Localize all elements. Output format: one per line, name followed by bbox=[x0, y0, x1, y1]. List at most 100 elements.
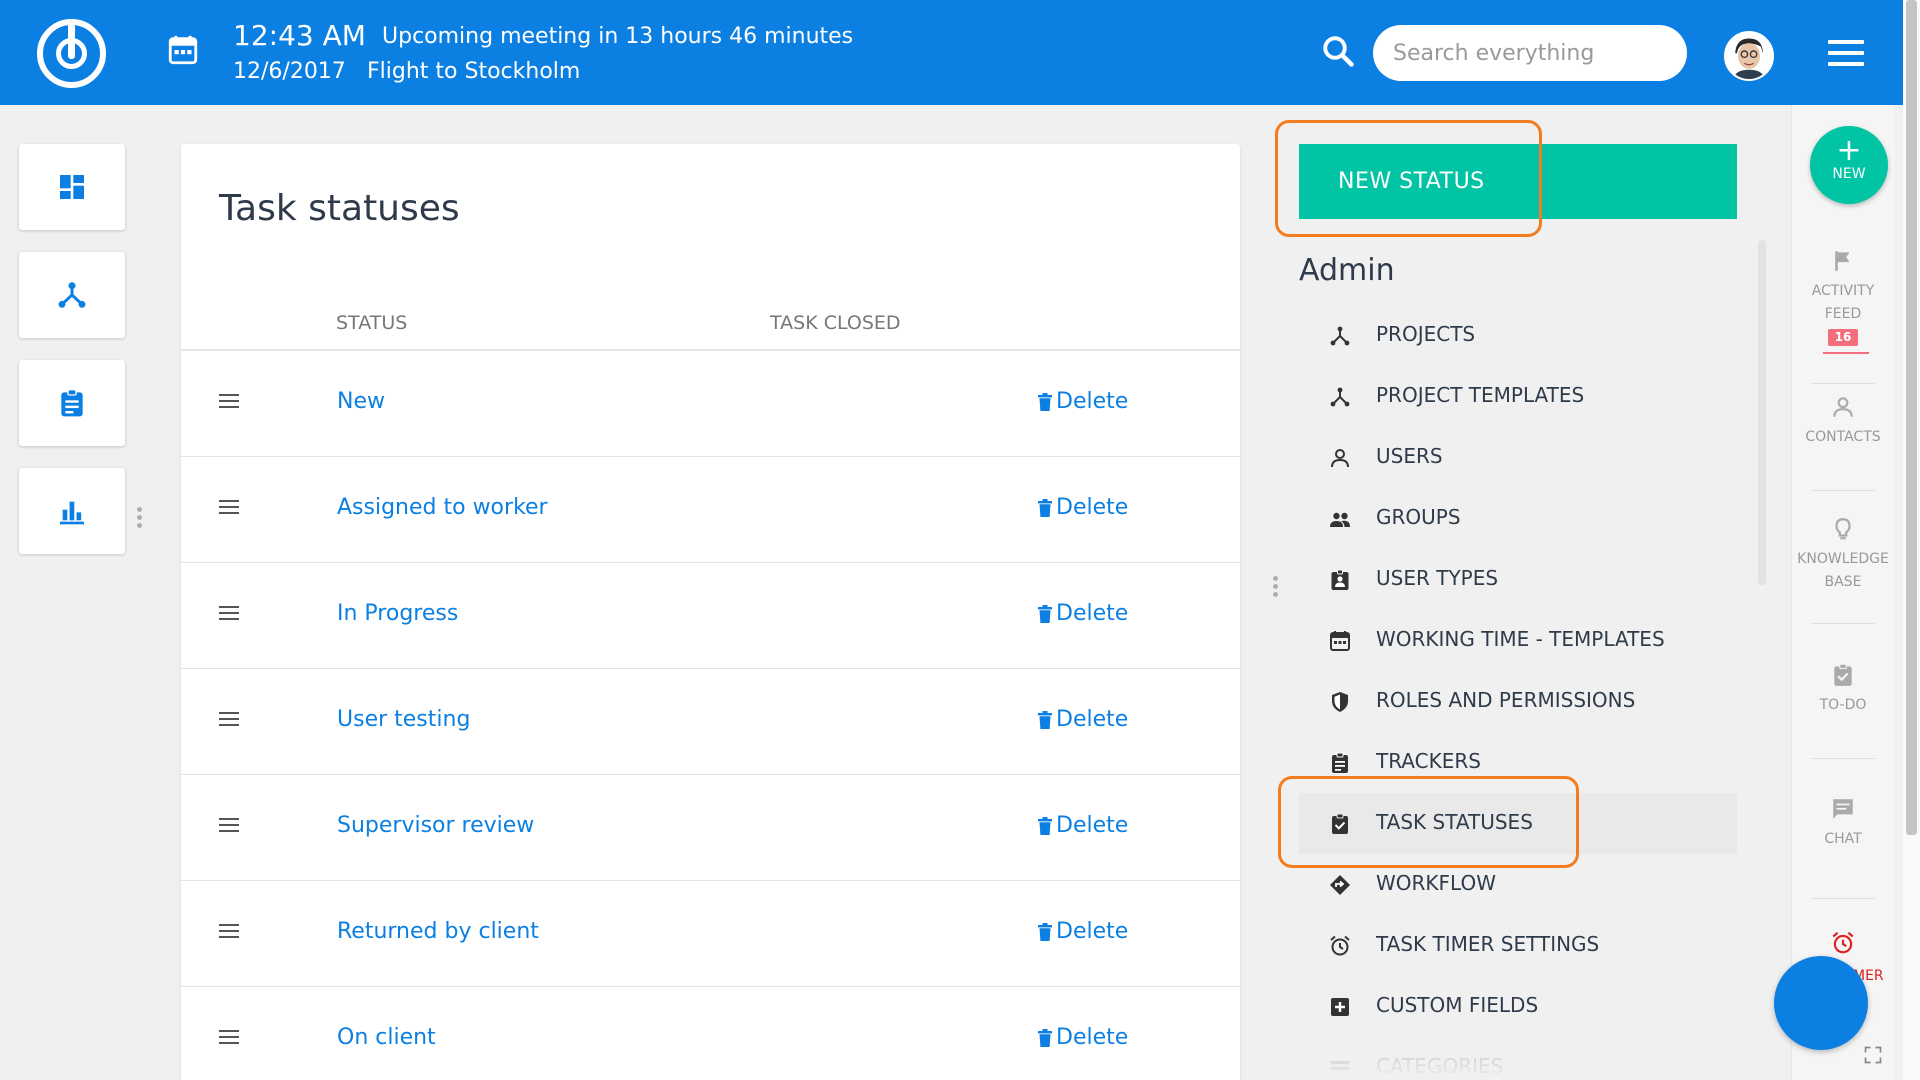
admin-scrollbar[interactable] bbox=[1758, 240, 1766, 585]
nav-reports[interactable] bbox=[19, 468, 125, 554]
current-date: 12/6/2017 bbox=[233, 59, 346, 84]
drag-handle-icon[interactable] bbox=[219, 394, 239, 410]
admin-menu-item-working-time-templates[interactable]: WORKING TIME - TEMPLATES bbox=[1299, 610, 1737, 671]
drag-handle-icon[interactable] bbox=[219, 500, 239, 516]
rail-activity-feed[interactable]: ACTIVITY FEED 16 bbox=[1791, 248, 1895, 346]
delete-button[interactable]: Delete bbox=[1038, 389, 1128, 414]
user-avatar[interactable] bbox=[1724, 31, 1774, 81]
delete-button[interactable]: Delete bbox=[1038, 495, 1128, 520]
table-row: In Progress Delete bbox=[181, 563, 1240, 669]
workflow-icon bbox=[1330, 875, 1350, 895]
delete-button[interactable]: Delete bbox=[1038, 813, 1128, 838]
delete-label: Delete bbox=[1056, 601, 1129, 626]
rail-divider bbox=[1811, 623, 1875, 624]
upcoming-event[interactable]: Flight to Stockholm bbox=[367, 59, 580, 84]
lightbulb-icon bbox=[1835, 518, 1851, 540]
app-logo[interactable] bbox=[37, 19, 106, 88]
nav-projects[interactable] bbox=[19, 252, 125, 338]
rail-knowledge-base[interactable]: KNOWLEDGE BASE bbox=[1791, 516, 1895, 594]
contacts-label: CONTACTS bbox=[1805, 429, 1881, 445]
admin-menu-item-roles-and-permissions[interactable]: ROLES AND PERMISSIONS bbox=[1299, 671, 1737, 732]
rail-todo[interactable]: TO-DO bbox=[1791, 662, 1895, 717]
admin-menu-item-groups[interactable]: GROUPS bbox=[1299, 488, 1737, 549]
admin-menu-item-user-types[interactable]: USER TYPES bbox=[1299, 549, 1737, 610]
admin-menu-label: TASK TIMER SETTINGS bbox=[1376, 932, 1600, 956]
nav-tasks[interactable] bbox=[19, 360, 125, 446]
delete-label: Delete bbox=[1056, 919, 1129, 944]
drag-handle-icon[interactable] bbox=[219, 924, 239, 940]
table-row: Assigned to worker Delete bbox=[181, 457, 1240, 563]
search-input[interactable] bbox=[1373, 25, 1687, 81]
delete-label: Delete bbox=[1056, 495, 1129, 520]
rail-contacts[interactable]: CONTACTS bbox=[1791, 394, 1895, 449]
admin-menu-label: PROJECT TEMPLATES bbox=[1376, 383, 1585, 407]
trash-icon bbox=[1038, 922, 1052, 941]
user-icon bbox=[1331, 449, 1349, 468]
new-button-label: NEW bbox=[1832, 166, 1866, 182]
admin-menu-fade bbox=[1299, 1050, 1737, 1080]
status-name-link[interactable]: User testing bbox=[337, 707, 470, 732]
admin-menu-label: PROJECTS bbox=[1376, 322, 1476, 346]
contacts-icon bbox=[1833, 397, 1853, 417]
delete-button[interactable]: Delete bbox=[1038, 601, 1128, 626]
rail-chat[interactable]: CHAT bbox=[1791, 796, 1895, 851]
admin-menu-label: USER TYPES bbox=[1376, 566, 1499, 590]
alarm-icon bbox=[1330, 935, 1350, 956]
rail-divider bbox=[1811, 758, 1875, 759]
drag-handle-icon[interactable] bbox=[219, 818, 239, 834]
left-nav-resize-handle[interactable] bbox=[137, 507, 143, 529]
status-table-body: New Delete Assigned to worker Delete In … bbox=[181, 351, 1240, 1080]
column-header-status: STATUS bbox=[336, 312, 408, 334]
table-row: Returned by client Delete bbox=[181, 881, 1240, 987]
status-name-link[interactable]: Assigned to worker bbox=[337, 495, 548, 520]
drag-handle-icon[interactable] bbox=[219, 1030, 239, 1046]
projects-icon bbox=[1330, 387, 1350, 407]
admin-menu-label: WORKFLOW bbox=[1376, 871, 1496, 895]
tasks-icon bbox=[61, 389, 83, 417]
page-scrollbar-thumb[interactable] bbox=[1906, 0, 1917, 835]
chat-label: CHAT bbox=[1824, 831, 1862, 847]
top-bar: 12:43 AM 12/6/2017 Upcoming meeting in 1… bbox=[0, 0, 1920, 105]
fullscreen-icon[interactable] bbox=[1863, 1045, 1883, 1065]
status-name-link[interactable]: Returned by client bbox=[337, 919, 539, 944]
trash-icon bbox=[1038, 498, 1052, 517]
admin-menu-item-custom-fields[interactable]: CUSTOM FIELDS bbox=[1299, 976, 1737, 1037]
page-title: Task statuses bbox=[219, 188, 460, 229]
dashboard-icon bbox=[60, 175, 84, 199]
delete-button[interactable]: Delete bbox=[1038, 1025, 1128, 1050]
admin-menu-label: TRACKERS bbox=[1376, 749, 1481, 773]
admin-menu-item-users[interactable]: USERS bbox=[1299, 427, 1737, 488]
meeting-notice[interactable]: Upcoming meeting in 13 hours 46 minutes bbox=[382, 24, 853, 49]
admin-menu-item-task-timer-settings[interactable]: TASK TIMER SETTINGS bbox=[1299, 915, 1737, 976]
plus-box-icon bbox=[1331, 998, 1349, 1016]
main-menu-button[interactable] bbox=[1828, 40, 1864, 68]
badge-icon bbox=[1331, 569, 1349, 590]
plus-icon: + bbox=[1836, 133, 1862, 168]
shield-icon bbox=[1332, 692, 1348, 712]
knowledge-base-label: KNOWLEDGE BASE bbox=[1797, 551, 1889, 590]
delete-button[interactable]: Delete bbox=[1038, 919, 1128, 944]
floating-action-button[interactable] bbox=[1774, 956, 1868, 1050]
table-row: New Delete bbox=[181, 351, 1240, 457]
calendar-icon[interactable] bbox=[166, 33, 200, 67]
status-name-link[interactable]: In Progress bbox=[337, 601, 458, 626]
nav-dashboard[interactable] bbox=[19, 144, 125, 230]
admin-menu-item-project-templates[interactable]: PROJECT TEMPLATES bbox=[1299, 366, 1737, 427]
drag-handle-icon[interactable] bbox=[219, 712, 239, 728]
admin-menu-label: WORKING TIME - TEMPLATES bbox=[1376, 627, 1665, 651]
status-name-link[interactable]: On client bbox=[337, 1025, 436, 1050]
groups-icon bbox=[1330, 512, 1350, 527]
delete-button[interactable]: Delete bbox=[1038, 707, 1128, 732]
admin-menu: PROJECTS PROJECT TEMPLATES USERS GROUPS … bbox=[1299, 305, 1737, 1080]
delete-label: Delete bbox=[1056, 389, 1129, 414]
reports-icon bbox=[60, 501, 84, 525]
status-name-link[interactable]: New bbox=[337, 389, 385, 414]
admin-menu-item-projects[interactable]: PROJECTS bbox=[1299, 305, 1737, 366]
chat-icon bbox=[1833, 799, 1853, 819]
new-button[interactable]: + NEW bbox=[1810, 126, 1888, 204]
status-name-link[interactable]: Supervisor review bbox=[337, 813, 534, 838]
drag-handle-icon[interactable] bbox=[219, 606, 239, 622]
sidebar-resize-handle[interactable] bbox=[1273, 576, 1279, 598]
search-icon[interactable] bbox=[1320, 33, 1356, 69]
page-scrollbar[interactable] bbox=[1903, 0, 1920, 1080]
